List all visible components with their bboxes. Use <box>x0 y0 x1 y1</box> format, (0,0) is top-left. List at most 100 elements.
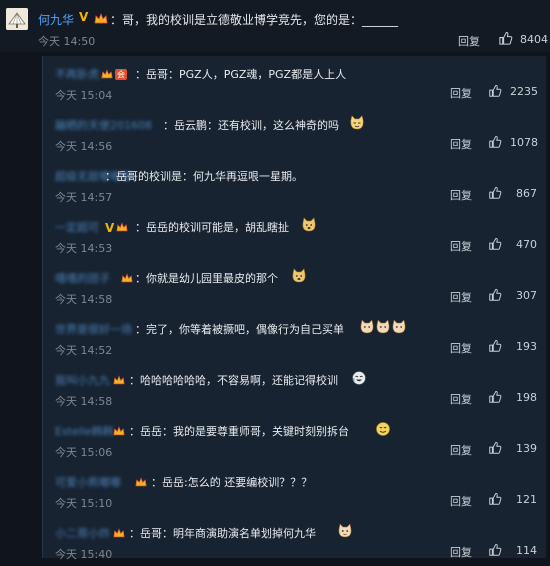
reply-time: 今天 15:10 <box>55 497 113 510</box>
verified-v-icon: V <box>79 10 89 24</box>
reply-button[interactable]: 回复 <box>450 442 472 458</box>
reply-button[interactable]: 回复 <box>450 493 472 509</box>
member-badges: 会 <box>101 64 127 83</box>
smile-emoji-icon <box>375 421 391 441</box>
crown-badge-icon <box>116 222 128 232</box>
like-count: 867 <box>516 187 537 200</box>
reply-button[interactable]: 回复 <box>450 136 472 152</box>
reply-button[interactable]: 回复 <box>450 187 472 203</box>
doge-emoji-icon <box>291 268 307 288</box>
like-count: 193 <box>516 340 537 353</box>
reply-text: ：你就是幼儿园里最皮的那个 <box>135 272 278 285</box>
reply-row: 超级无敌嘟嘟嘟 ：岳哥的校训是：何九华再逗哏一星期。 今天 14:57 回复 8… <box>43 158 546 209</box>
top-comment: 何九华 V ：哥，我的校训是立德敬业博学竞先，您的是：______ 今天 14:… <box>0 0 550 52</box>
reply-time: 今天 14:58 <box>55 395 113 408</box>
member-badges <box>113 523 125 542</box>
like-count: 470 <box>516 238 537 251</box>
crown-badge-icon <box>101 69 113 79</box>
like-count: 198 <box>516 391 537 404</box>
reply-row: 小二哥小炸 ：岳哥：明年商演助演名单划掉何九华 今天 15:40 回复 114 <box>43 515 546 566</box>
replies-panel: 不再卧虎… 会 ：岳哥：PGZ人，PGZ魂，PGZ都是人上人 今天 15:04 … <box>42 56 546 561</box>
thumbs-up-icon[interactable] <box>488 83 502 102</box>
reply-row: 一定超可 V ：岳岳的校训可能是，胡乱瞎扯 今天 14:53 回复 470 <box>43 209 546 260</box>
reply-username[interactable]: 蹦晒的天使201608 <box>55 117 152 133</box>
reply-row: Estelle韩韩 ：岳岳：我的是要尊重师哥，关键时刻别拆台 今天 15:06 … <box>43 413 546 464</box>
reply-text: ：岳哥：明年商演助演名单划掉何九华 <box>129 527 316 540</box>
top-comment-time: 今天 14:50 <box>38 35 96 48</box>
smirk-cat-emoji-icon <box>349 115 365 135</box>
reply-time: 今天 15:40 <box>55 548 113 561</box>
thumbs-up-icon[interactable] <box>498 31 513 50</box>
reply-button[interactable]: 回复 <box>458 33 480 49</box>
crown-badge-icon <box>113 426 125 436</box>
reply-username[interactable]: 可爱小熊嘟嘟 <box>55 474 121 490</box>
avatar[interactable] <box>6 8 28 30</box>
reply-button[interactable]: 回复 <box>450 340 472 356</box>
like-count: 1078 <box>510 136 538 149</box>
thumbs-up-icon[interactable] <box>488 338 502 357</box>
member-badges <box>113 421 125 440</box>
reply-username[interactable]: 世界是很好一场 <box>55 321 132 337</box>
member-badges <box>135 472 147 491</box>
reply-text: ：完了，你等着被撅吧，偶像行为自己买单 <box>135 323 344 336</box>
reply-text: ：岳哥的校训是：何九华再逗哏一星期。 <box>105 170 303 183</box>
reply-button[interactable]: 回复 <box>450 238 472 254</box>
crown-badge-icon <box>135 477 147 487</box>
reply-row: 可爱小熊嘟嘟 ：岳岳:怎么的 还要编校训？？？ 今天 15:10 回复 121 <box>43 464 546 515</box>
crown-badge-icon <box>121 273 133 283</box>
crown-badge-icon <box>94 10 108 29</box>
reply-time: 今天 15:06 <box>55 446 113 459</box>
member-badges <box>113 370 125 389</box>
reply-text: ：岳哥：PGZ人，PGZ魂，PGZ都是人上人 <box>135 68 347 81</box>
thumbs-up-icon[interactable] <box>488 185 502 204</box>
crown-badge-icon <box>113 375 125 385</box>
reply-time: 今天 14:57 <box>55 191 113 204</box>
laugh-cry-emoji-icon <box>351 370 367 390</box>
reply-time: 今天 14:53 <box>55 242 113 255</box>
thumbs-up-icon[interactable] <box>488 134 502 153</box>
like-count: 2235 <box>510 85 538 98</box>
reply-text: ：岳云鹏：还有校训，这么神奇的吗 <box>163 119 339 132</box>
reply-time: 今天 14:56 <box>55 140 113 153</box>
reply-username[interactable]: Estelle韩韩 <box>55 423 114 439</box>
reply-row: 蹦晒的天使201608 ：岳云鹏：还有校训，这么神奇的吗 今天 14:56 回复… <box>43 107 546 158</box>
reply-button[interactable]: 回复 <box>450 85 472 101</box>
doge-emoji-icon <box>301 217 317 237</box>
reply-username[interactable]: 嘻嘻的团子 <box>55 270 110 286</box>
reply-text: ：岳岳的校训可能是，胡乱瞎扯 <box>135 221 289 234</box>
thumbs-up-icon[interactable] <box>488 389 502 408</box>
reply-button[interactable]: 回复 <box>450 391 472 407</box>
reply-time: 今天 14:52 <box>55 344 113 357</box>
cat-emoji-icon <box>337 523 353 543</box>
thumbs-up-icon[interactable] <box>488 542 502 561</box>
thumbs-up-icon[interactable] <box>488 491 502 510</box>
member-badges <box>121 268 133 287</box>
reply-time: 今天 14:58 <box>55 293 113 306</box>
thumbs-up-icon[interactable] <box>488 440 502 459</box>
reply-time: 今天 15:04 <box>55 89 113 102</box>
reply-row: 世界是很好一场 ：完了，你等着被撅吧，偶像行为自己买单 今天 14:52 回复 … <box>43 311 546 362</box>
like-count: 139 <box>516 442 537 455</box>
top-comment-username[interactable]: 何九华 <box>38 11 74 28</box>
like-count: 8404 <box>520 33 548 46</box>
reply-text: ：岳岳：我的是要尊重师哥，关键时刻别拆台 <box>129 425 349 438</box>
reply-username[interactable]: 我叫小九九 <box>55 372 110 388</box>
vip-badge-icon: 会 <box>115 69 127 80</box>
like-count: 307 <box>516 289 537 302</box>
reply-username[interactable]: 一定超可 <box>55 219 99 235</box>
like-count: 121 <box>516 493 537 506</box>
top-comment-text: ：哥，我的校训是立德敬业博学竞先，您的是：______ <box>110 13 399 27</box>
reply-button[interactable]: 回复 <box>450 289 472 305</box>
thumbs-up-icon[interactable] <box>488 236 502 255</box>
reply-row: 不再卧虎… 会 ：岳哥：PGZ人，PGZ魂，PGZ都是人上人 今天 15:04 … <box>43 56 546 107</box>
reply-row: 我叫小九九 ：哈哈哈哈哈哈，不容易啊，还能记得校训 今天 14:58 回复 19… <box>43 362 546 413</box>
cat-emoji-icon <box>359 319 407 339</box>
reply-row: 嘻嘻的团子 ：你就是幼儿园里最皮的那个 今天 14:58 回复 307 <box>43 260 546 311</box>
member-badges: V <box>105 217 128 236</box>
crown-badge-icon <box>113 528 125 538</box>
reply-text: ：哈哈哈哈哈哈，不容易啊，还能记得校训 <box>129 374 338 387</box>
verified-v-icon: V <box>105 220 115 235</box>
reply-username[interactable]: 小二哥小炸 <box>55 525 110 541</box>
reply-text: ：岳岳:怎么的 还要编校训？？？ <box>151 476 313 489</box>
thumbs-up-icon[interactable] <box>488 287 502 306</box>
